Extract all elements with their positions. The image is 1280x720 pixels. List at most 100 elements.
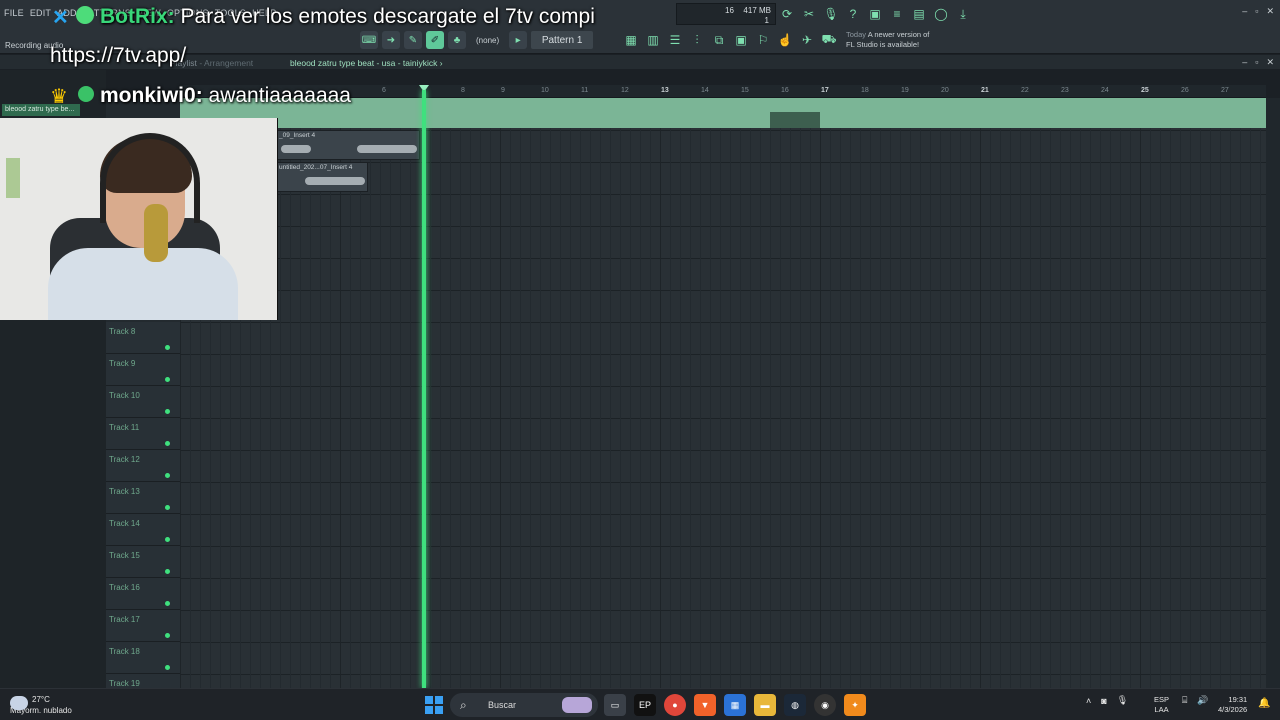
wand-icon[interactable]: ✎ [404,31,422,49]
language-indicator[interactable]: ESP LAA [1154,695,1169,715]
track-header[interactable]: Track 10 [106,386,180,418]
export-icon[interactable]: ▤ [910,5,928,23]
track-header[interactable]: Track 8 [106,322,180,354]
discord-icon[interactable]: ◙ [1101,696,1106,706]
twitter-x-badge-icon: ✕ [52,7,69,29]
scissors-icon[interactable]: ✂ [800,5,818,23]
touch-icon[interactable]: ☝ [776,31,794,49]
audio-clip[interactable]: _09_Insert 4 [276,130,420,160]
track-mute-led[interactable] [165,377,170,382]
track-header[interactable]: Track 16 [106,578,180,610]
track-header[interactable]: Track 14 [106,514,180,546]
file-explorer-icon[interactable]: ▬ [754,694,776,716]
download-icon[interactable]: ⤓ [954,5,972,23]
arrow-right-icon[interactable]: ➜ [382,31,400,49]
timeline-tick: 6 [382,87,386,94]
refresh-icon[interactable]: ⟳ [778,5,796,23]
volume-icon[interactable]: 🔊 [1197,695,1208,706]
track-mute-led[interactable] [165,537,170,542]
store-icon[interactable]: ▦ [724,694,746,716]
timeline-tick: 14 [701,87,709,94]
menu-edit[interactable]: EDIT [30,8,51,18]
channel-rack-icon[interactable]: ☰ [666,31,684,49]
chevron-up-icon[interactable]: ˄ [1086,696,1091,706]
microphone-tray-icon[interactable]: 🎙 [1117,695,1128,706]
audio-clip[interactable]: untitled_202...07_Insert 4 [276,162,368,192]
track-mute-led[interactable] [165,569,170,574]
network-icon[interactable]: ⌸ [1182,695,1187,706]
track-mute-led[interactable] [165,473,170,478]
windows-start-icon[interactable] [425,696,443,714]
chrome-icon[interactable]: ● [664,694,686,716]
vertical-scrollbar[interactable] [1266,98,1280,688]
epic-games-icon[interactable]: EP [634,694,656,716]
track-header[interactable]: Track 17 [106,610,180,642]
track-name: Track 17 [109,615,140,624]
track-header[interactable]: Track 9 [106,354,180,386]
playlist-icon[interactable]: ▦ [622,31,640,49]
track-name: Track 18 [109,647,140,656]
paint-icon[interactable]: ♣ [448,31,466,49]
ram-value: 417 MB [743,6,771,15]
track-header[interactable]: Track 18 [106,642,180,674]
obs-icon[interactable]: ◉ [814,694,836,716]
fl-studio-icon[interactable]: ✦ [844,694,866,716]
maximize-icon[interactable]: ▫ [1255,6,1258,17]
channel-select[interactable]: (none) [470,32,505,48]
mixer-faders-icon[interactable]: ⫶ [688,31,706,49]
timeline-tick: 25 [1141,87,1149,94]
track-mute-led[interactable] [165,505,170,510]
close-icon[interactable]: ✕ [1266,6,1274,17]
timeline-tick: 21 [981,87,989,94]
tools-icon[interactable]: ⚐ [754,31,772,49]
search-icon: ⌕ [460,698,467,712]
playhead[interactable] [422,90,426,688]
playlist-maximize-icon[interactable]: ▫ [1255,57,1258,68]
track-header[interactable]: Track 15 [106,546,180,578]
mixer-icon[interactable]: ≡ [888,5,906,23]
menu-file[interactable]: FILE [4,8,24,18]
plugin-icon[interactable]: ⧉ [710,31,728,49]
cpu-monitor[interactable]: 16 417 MB 1 [676,3,776,25]
playlist-header: Playlist - Arrangement bleood zatru type… [0,55,1280,69]
play-small-icon[interactable]: ▸ [509,31,528,49]
microphone-icon[interactable]: 🎙 [822,5,840,23]
chat-icon[interactable]: ◯ [932,5,950,23]
taskbar-search[interactable]: ⌕ Buscar [450,693,598,717]
track-name: Track 14 [109,519,140,528]
track-mute-led[interactable] [165,409,170,414]
track-name: Track 12 [109,455,140,464]
track-mute-led[interactable] [165,345,170,350]
plane-icon[interactable]: ✈ [798,31,816,49]
browser-icon[interactable]: ▣ [732,31,750,49]
track-header[interactable]: Track 12 [106,450,180,482]
task-view-icon[interactable]: ▭ [604,694,626,716]
cart-icon[interactable]: ⛟ [820,31,838,49]
project-name[interactable]: bleood zatru type beat - usa - tainiykic… [290,58,443,68]
track-mute-led[interactable] [165,633,170,638]
news-text-2: FL Studio is available! [846,40,920,49]
selected-channel[interactable]: bleood zatru type be... [2,104,80,116]
draw-tool-icon[interactable]: ✐ [426,31,444,49]
piano-roll-icon[interactable]: ▥ [644,31,662,49]
pattern-selector[interactable]: Pattern 1 [531,31,594,49]
clock[interactable]: 19:31 4/3/2026 [1218,695,1247,715]
brave-icon[interactable]: ▼ [694,694,716,716]
news-panel[interactable]: Today A newer version of FL Studio is av… [846,30,929,50]
track-mute-led[interactable] [165,665,170,670]
search-highlight-icon [562,697,592,713]
minimize-icon[interactable]: – [1242,6,1247,17]
track-mute-led[interactable] [165,441,170,446]
track-header[interactable]: Track 11 [106,418,180,450]
track-mute-led[interactable] [165,601,170,606]
keyboard-icon[interactable]: ⌨ [360,31,378,49]
weather-widget[interactable]: 27°C Mayorm. nublado [10,694,72,716]
track-header[interactable]: Track 13 [106,482,180,514]
save-icon[interactable]: ▣ [866,5,884,23]
steam-icon[interactable]: ◍ [784,694,806,716]
playlist-minimize-icon[interactable]: – [1242,57,1247,68]
playlist-mode[interactable]: - Arrangement [199,58,253,68]
help-icon[interactable]: ? [844,5,862,23]
playlist-close-icon[interactable]: ✕ [1266,57,1274,68]
notification-icon[interactable]: 🔔 [1258,698,1270,709]
